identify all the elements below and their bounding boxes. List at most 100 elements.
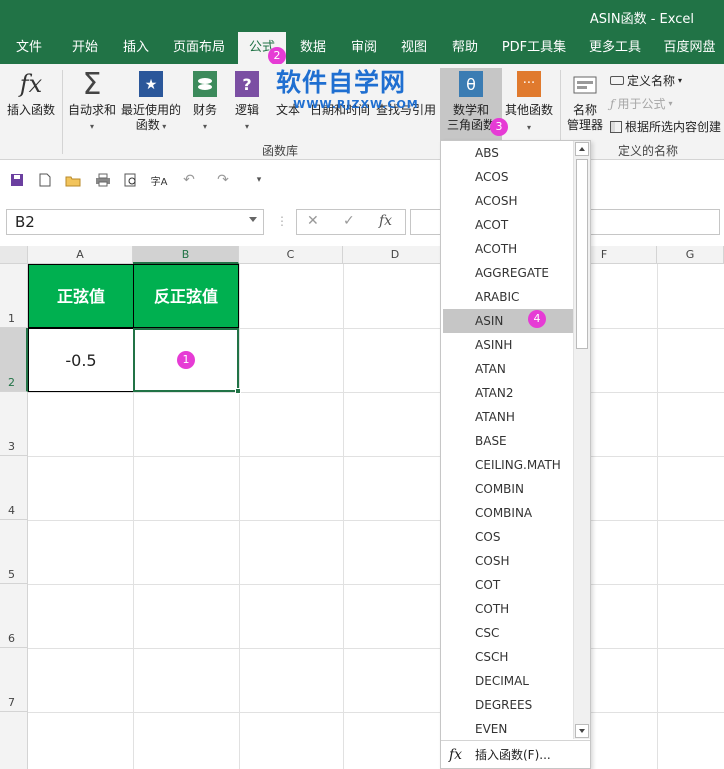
function-item-combin[interactable]: COMBIN: [443, 477, 573, 501]
more-functions-button[interactable]: ··· 其他函数 ▾▾: [503, 68, 555, 151]
row-number: 1: [8, 312, 15, 325]
print-preview-icon[interactable]: [122, 171, 140, 189]
name-tag-icon: [570, 68, 600, 100]
column-header-g[interactable]: G: [657, 246, 724, 264]
use-in-formula-label: 用于公式: [617, 97, 666, 111]
function-item-abs[interactable]: ABS: [443, 141, 573, 165]
row-header-5[interactable]: 5: [0, 520, 28, 584]
step-marker-4: 4: [528, 310, 546, 328]
insert-function-button[interactable]: fx 插入函数: [2, 68, 60, 118]
row-number: 2: [8, 376, 15, 389]
save-icon[interactable]: [8, 171, 26, 189]
function-item-csc[interactable]: CSC: [443, 621, 573, 645]
spelling-icon[interactable]: 字A: [150, 171, 168, 189]
function-item-combina[interactable]: COMBINA: [443, 501, 573, 525]
tab-home[interactable]: 开始: [58, 32, 112, 64]
function-item-atan2[interactable]: ATAN2: [443, 381, 573, 405]
function-item-cos[interactable]: COS: [443, 525, 573, 549]
row-header-7[interactable]: 7: [0, 648, 28, 712]
financial-label: 财务: [192, 103, 217, 117]
fill-handle[interactable]: [235, 388, 241, 394]
cell-b1[interactable]: 反正弦值: [133, 264, 239, 328]
function-item-acos[interactable]: ACOS: [443, 165, 573, 189]
question-book-icon: ?: [232, 68, 262, 100]
logical-label: 逻辑: [234, 103, 259, 117]
row-header-3[interactable]: 3: [0, 392, 28, 456]
define-name-button[interactable]: 定义名称 ▾: [610, 72, 682, 89]
undo-icon[interactable]: ↶: [180, 171, 198, 189]
function-item-asinh[interactable]: ASINH: [443, 333, 573, 357]
tab-data[interactable]: 数据: [290, 32, 336, 64]
open-folder-icon[interactable]: [64, 171, 82, 189]
autosum-button[interactable]: Σ 自动求和 ▾: [64, 68, 120, 134]
function-item-coth[interactable]: COTH: [443, 597, 573, 621]
function-item-acoth[interactable]: ACOTH: [443, 237, 573, 261]
name-manager-label-2: 管理器: [566, 118, 603, 132]
tab-insert[interactable]: 插入: [112, 32, 160, 64]
row-header-2[interactable]: 2: [0, 328, 28, 392]
gridline: [28, 712, 724, 713]
function-item-acot[interactable]: ACOT: [443, 213, 573, 237]
column-header-c[interactable]: C: [239, 246, 343, 264]
function-item-decimal[interactable]: DECIMAL: [443, 669, 573, 693]
scroll-up-button[interactable]: [575, 142, 589, 156]
tab-review[interactable]: 审阅: [340, 32, 388, 64]
redo-icon[interactable]: ↷: [214, 171, 232, 189]
logical-button[interactable]: ? 逻辑 ▾: [228, 68, 266, 134]
step-marker-1: 1: [177, 351, 195, 369]
function-item-cot[interactable]: COT: [443, 573, 573, 597]
group-label-function-library: 函数库: [262, 144, 299, 158]
dropdown-scrollbar[interactable]: [573, 141, 590, 739]
name-manager-button[interactable]: 名称 管理器: [563, 68, 607, 133]
function-item-cosh[interactable]: COSH: [443, 549, 573, 573]
tab-more-tools[interactable]: 更多工具: [580, 32, 650, 64]
select-all-corner[interactable]: [0, 246, 28, 264]
insert-function-label: 插入函数: [6, 103, 55, 117]
function-item-csch[interactable]: CSCH: [443, 645, 573, 669]
tab-view[interactable]: 视图: [390, 32, 438, 64]
tab-baidu-netdisk[interactable]: 百度网盘: [655, 32, 724, 64]
cell-a2[interactable]: -0.5: [28, 328, 134, 392]
tab-page-layout[interactable]: 页面布局: [160, 32, 238, 64]
create-from-selection-button[interactable]: 根据所选内容创建: [610, 118, 721, 135]
cancel-icon[interactable]: ✕: [307, 213, 319, 229]
tab-file[interactable]: 文件: [0, 32, 58, 64]
name-box[interactable]: B2: [6, 209, 264, 235]
enter-icon[interactable]: ✓: [343, 213, 355, 229]
create-from-selection-label: 根据所选内容创建: [625, 120, 722, 134]
customize-qat-icon[interactable]: ▾: [250, 171, 268, 189]
function-item-atanh[interactable]: ATANH: [443, 405, 573, 429]
column-header-a[interactable]: A: [28, 246, 133, 264]
row-header-8[interactable]: [0, 712, 28, 769]
row-header-4[interactable]: 4: [0, 456, 28, 520]
insert-function-fx-icon[interactable]: fx: [379, 213, 392, 229]
function-item-arabic[interactable]: ARABIC: [443, 285, 573, 309]
cell-a1[interactable]: 正弦值: [28, 264, 134, 328]
new-document-icon[interactable]: [36, 171, 54, 189]
function-item-acosh[interactable]: ACOSH: [443, 189, 573, 213]
insert-function-menu-item[interactable]: fx 插入函数(F)...: [441, 740, 590, 768]
function-item-ceiling-math[interactable]: CEILING.MATH: [443, 453, 573, 477]
function-item-degrees[interactable]: DEGREES: [443, 693, 573, 717]
sigma-icon: Σ: [82, 66, 102, 102]
recently-used-button[interactable]: ★ 最近使用的 函数 ▾: [121, 68, 181, 134]
print-icon[interactable]: [94, 171, 112, 189]
function-item-atan[interactable]: ATAN: [443, 357, 573, 381]
column-header-d[interactable]: D: [343, 246, 448, 264]
function-item-asin[interactable]: ASIN: [443, 309, 573, 333]
svg-text:θ: θ: [466, 75, 476, 94]
row-number: 3: [8, 440, 15, 453]
tab-help[interactable]: 帮助: [440, 32, 490, 64]
function-item-even[interactable]: EVEN: [443, 717, 573, 741]
row-header-1[interactable]: 1: [0, 264, 28, 328]
scroll-down-button[interactable]: [575, 724, 589, 738]
scrollbar-thumb[interactable]: [576, 159, 588, 349]
function-item-base[interactable]: BASE: [443, 429, 573, 453]
column-header-b[interactable]: B: [133, 246, 239, 264]
function-item-aggregate[interactable]: AGGREGATE: [443, 261, 573, 285]
use-in-formula-button[interactable]: ƒ 用于公式 ▾: [610, 95, 672, 112]
tab-pdf-tools[interactable]: PDF工具集: [495, 32, 573, 64]
formula-fx-icon: ƒ: [610, 96, 615, 111]
financial-button[interactable]: 财务 ▾: [186, 68, 224, 134]
row-header-6[interactable]: 6: [0, 584, 28, 648]
